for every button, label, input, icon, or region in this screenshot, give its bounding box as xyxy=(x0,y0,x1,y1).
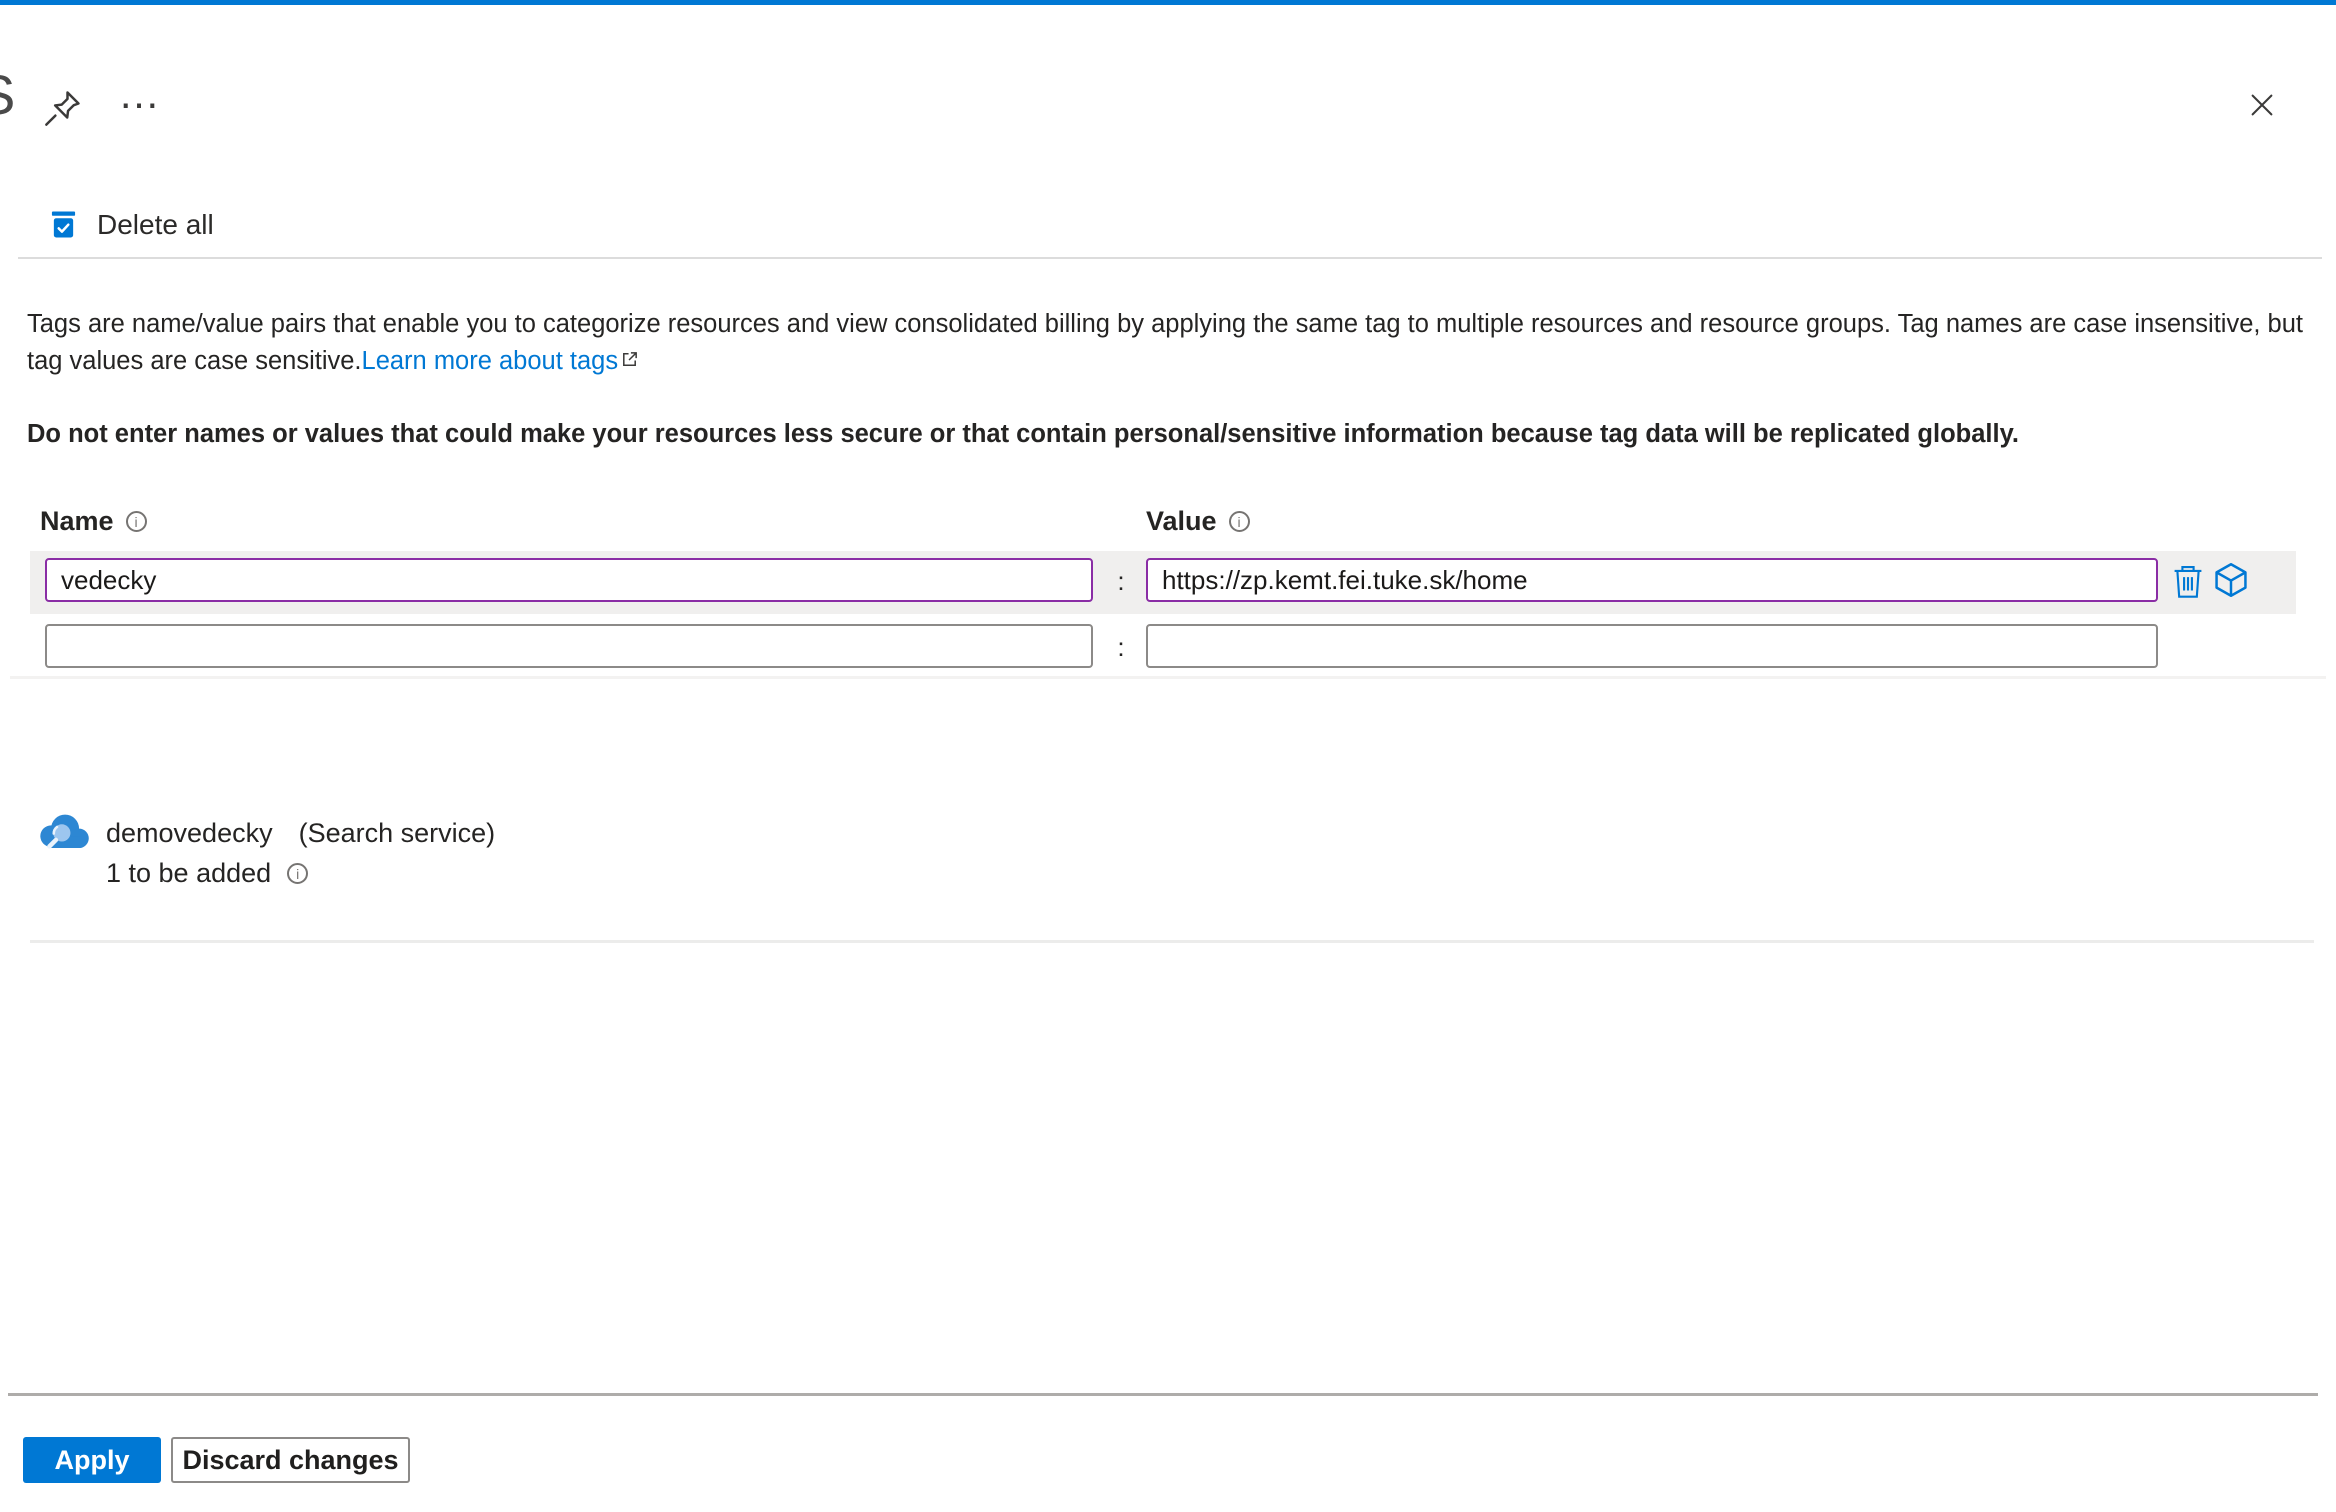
top-accent-bar xyxy=(0,0,2336,5)
resource-section-divider xyxy=(30,940,2314,943)
delete-all-icon xyxy=(50,208,77,243)
footer-divider xyxy=(8,1393,2318,1396)
toolbar-divider xyxy=(18,257,2322,259)
name-info-icon[interactable]: i xyxy=(125,511,147,532)
delete-all-label: Delete all xyxy=(97,209,214,240)
delete-tag-button[interactable] xyxy=(2168,562,2208,602)
tag-value-input-2[interactable] xyxy=(1146,624,2158,668)
colon-separator: : xyxy=(1117,632,1125,662)
tags-pane: S … Delete all Tags are n xyxy=(0,0,2336,1512)
learn-more-link[interactable]: Learn more about tags xyxy=(362,347,619,375)
pin-button[interactable] xyxy=(36,84,88,136)
pending-changes-label: 1 to be added xyxy=(106,858,272,888)
colon-separator: : xyxy=(1117,566,1125,596)
apply-button[interactable]: Apply xyxy=(23,1437,161,1483)
close-button[interactable] xyxy=(2238,82,2286,130)
discard-changes-button[interactable]: Discard changes xyxy=(171,1437,410,1483)
tag-name-input-1[interactable] xyxy=(45,558,1093,602)
name-column-header: Name i xyxy=(40,506,147,537)
tags-warning: Do not enter names or values that could … xyxy=(27,420,2019,448)
assign-tag-button[interactable] xyxy=(2208,558,2254,604)
delete-all-button[interactable]: Delete all xyxy=(44,203,220,247)
pending-info-icon[interactable]: i xyxy=(287,863,309,884)
pin-icon xyxy=(40,87,84,134)
ellipsis-icon: … xyxy=(118,70,162,117)
tags-description: Tags are name/value pairs that enable yo… xyxy=(27,306,2329,380)
value-info-icon[interactable]: i xyxy=(1228,511,1250,532)
resource-summary: demovedecky (Search service) xyxy=(106,818,495,849)
search-service-icon xyxy=(36,810,92,858)
value-column-header: Value i xyxy=(1146,506,1250,537)
page-title-partial: S xyxy=(0,62,15,127)
resource-type: (Search service) xyxy=(298,818,496,848)
trash-icon xyxy=(2170,562,2206,603)
tag-name-input-2[interactable] xyxy=(45,624,1093,668)
external-link-icon xyxy=(620,343,639,380)
close-icon xyxy=(2247,90,2277,123)
tag-value-input-1[interactable] xyxy=(1146,558,2158,602)
rows-bottom-divider xyxy=(10,676,2326,679)
more-options-button[interactable]: … xyxy=(112,66,168,122)
cube-icon xyxy=(2210,559,2252,604)
value-header-label: Value xyxy=(1146,506,1217,536)
name-header-label: Name xyxy=(40,506,114,536)
pending-changes: 1 to be added i xyxy=(106,858,309,889)
resource-name: demovedecky xyxy=(106,818,273,848)
